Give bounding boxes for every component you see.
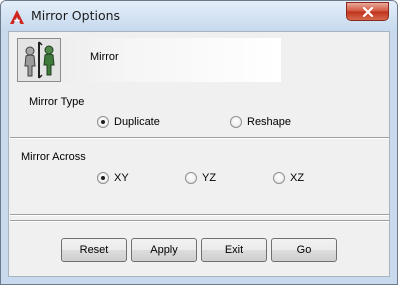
radio-yz-label: YZ	[202, 172, 217, 184]
window-title: Mirror Options	[31, 8, 121, 23]
go-button[interactable]: Go	[271, 238, 337, 262]
header-label: Mirror	[90, 51, 119, 63]
radio-duplicate[interactable]: Duplicate	[97, 116, 160, 128]
mirror-options-window: Mirror Options Mirror Mirror Type Duplic…	[0, 0, 398, 285]
radio-reshape[interactable]: Reshape	[230, 116, 291, 128]
radio-xz[interactable]: XZ	[273, 172, 304, 184]
radio-xy-indicator[interactable]	[97, 172, 109, 184]
separator	[10, 137, 389, 139]
close-icon	[362, 7, 374, 17]
radio-reshape-label: Reshape	[247, 116, 292, 128]
radio-xy-label: XY	[114, 172, 129, 184]
mirror-type-label: Mirror Type	[29, 96, 85, 108]
radio-duplicate-label: Duplicate	[114, 116, 160, 128]
radio-xz-label: XZ	[290, 172, 305, 184]
radio-xy[interactable]: XY	[97, 172, 129, 184]
separator	[10, 220, 389, 222]
radio-xz-indicator[interactable]	[273, 172, 285, 184]
mirror-across-label: Mirror Across	[21, 151, 86, 163]
radio-yz[interactable]: YZ	[185, 172, 216, 184]
dialog-body: Mirror Mirror Type Duplicate Reshape Mir…	[8, 31, 390, 277]
autodesk-logo-icon	[10, 10, 24, 24]
apply-button[interactable]: Apply	[131, 238, 197, 262]
reset-button[interactable]: Reset	[61, 238, 127, 262]
mirror-figures-icon	[17, 38, 61, 82]
separator	[10, 214, 389, 216]
title-bar[interactable]: Mirror Options	[1, 1, 397, 31]
radio-duplicate-indicator[interactable]	[97, 116, 109, 128]
exit-button[interactable]: Exit	[201, 238, 267, 262]
radio-yz-indicator[interactable]	[185, 172, 197, 184]
close-button[interactable]	[346, 2, 389, 21]
radio-reshape-indicator[interactable]	[230, 116, 242, 128]
